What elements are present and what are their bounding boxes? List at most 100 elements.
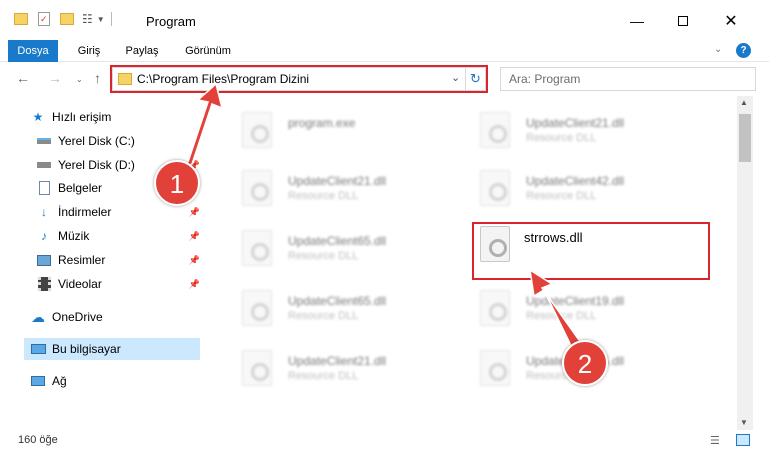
network-icon	[30, 373, 46, 389]
file-type: Resource DLL	[288, 310, 359, 322]
file-type: Resource DLL	[288, 250, 359, 262]
dll-icon	[242, 350, 272, 386]
title-bar: ✓ ☷ ▼ Program — ✕	[0, 0, 769, 40]
file-name: UpdateClient65.dll	[288, 234, 387, 248]
file-type: Resource DLL	[526, 310, 597, 322]
sidebar-item-label: Yerel Disk (D:)	[58, 158, 135, 172]
sidebar-item-local-disk-c[interactable]: Yerel Disk (C:)	[36, 130, 204, 152]
documents-icon	[36, 180, 52, 196]
file-item[interactable]: program.exe	[224, 102, 454, 152]
tab-file[interactable]: Dosya	[8, 40, 58, 62]
dll-icon	[242, 170, 272, 206]
dll-icon	[480, 170, 510, 206]
sidebar-item-this-pc[interactable]: Bu bilgisayar	[24, 338, 200, 360]
download-icon: ↓	[41, 205, 47, 219]
drive-icon	[36, 157, 52, 173]
step-badge-1: 1	[154, 160, 200, 206]
properties-icon[interactable]: ✓	[38, 12, 50, 26]
sidebar-item-label: Ağ	[52, 374, 67, 388]
pin-icon[interactable]: 📌	[189, 279, 200, 290]
pin-icon[interactable]: 📌	[189, 207, 200, 218]
star-icon: ★	[32, 110, 44, 124]
sidebar-item-quick-access[interactable]: ★ Hızlı erişim	[30, 106, 198, 128]
search-placeholder: Ara: Program	[509, 72, 581, 86]
close-button[interactable]: ✕	[708, 6, 754, 36]
pictures-icon	[36, 252, 52, 268]
details-view-icon[interactable]: ☰	[710, 434, 720, 447]
dll-icon	[242, 290, 272, 326]
sidebar-item-label: Resimler	[58, 253, 106, 267]
address-highlight-box	[110, 65, 488, 93]
scroll-up-icon[interactable]: ▲	[740, 98, 748, 107]
file-item[interactable]: UpdateClient19.dll Resource DLL	[462, 280, 692, 330]
recent-dropdown-icon[interactable]: ⌄	[76, 75, 83, 84]
video-icon	[36, 276, 52, 292]
maximize-button[interactable]	[660, 6, 706, 36]
music-icon: ♪	[41, 229, 47, 243]
file-name: UpdateClient21.dll	[288, 354, 387, 368]
scrollbar-thumb[interactable]	[739, 114, 751, 162]
file-type: Resource DLL	[288, 370, 359, 382]
file-name: UpdateClient21.dll	[288, 174, 387, 188]
tab-view[interactable]: Görünüm	[176, 40, 240, 62]
computer-icon	[30, 341, 46, 357]
file-type: Resource DLL	[526, 190, 597, 202]
ribbon: Dosya Giriş Paylaş Görünüm ⌄ ?	[0, 40, 769, 62]
view-icon[interactable]: ☷	[82, 12, 93, 26]
file-name: UpdateClient21.dll	[526, 116, 625, 130]
sidebar-item-label: Hızlı erişim	[52, 110, 112, 124]
sidebar-item-label: Müzik	[58, 229, 90, 243]
dropdown-icon[interactable]: ▼	[97, 15, 105, 24]
sidebar-item-music[interactable]: ♪ Müzik 📌	[36, 225, 204, 247]
dll-icon	[480, 112, 510, 148]
folder-icon[interactable]	[14, 13, 28, 25]
file-item[interactable]: UpdateClient21.dll Resource DLL	[224, 160, 454, 210]
file-type: Resource DLL	[526, 132, 597, 144]
sidebar-item-label: Bu bilgisayar	[52, 342, 121, 356]
expand-ribbon-icon[interactable]: ⌄	[714, 44, 722, 55]
dll-icon	[242, 230, 272, 266]
file-name: program.exe	[288, 116, 356, 130]
back-icon[interactable]: ←	[16, 70, 30, 86]
minimize-button[interactable]: —	[614, 6, 660, 36]
window-title: Program	[146, 14, 196, 29]
file-name: UpdateClient42.dll	[526, 174, 625, 188]
file-type: Resource DLL	[288, 190, 359, 202]
sidebar-item-label: Videolar	[58, 277, 102, 291]
drive-icon	[36, 133, 52, 149]
cloud-icon: ☁	[31, 308, 45, 325]
sidebar-item-label: OneDrive	[52, 310, 103, 324]
file-item[interactable]: UpdateClient65.dll Resource DLL	[224, 220, 454, 270]
sidebar-item-videos[interactable]: Videolar 📌	[36, 273, 204, 295]
forward-icon[interactable]: →	[48, 70, 62, 86]
status-bar: 160 öğe ☰	[0, 430, 769, 468]
separator-icon	[110, 12, 112, 26]
sidebar-item-label: Yerel Disk (C:)	[58, 134, 135, 148]
help-icon[interactable]: ?	[736, 43, 751, 58]
item-count: 160 öğe	[18, 434, 58, 446]
scroll-down-icon[interactable]: ▼	[740, 418, 748, 427]
file-item[interactable]: UpdateClient65.dll Resource DLL	[224, 280, 454, 330]
pin-icon[interactable]: 📌	[189, 231, 200, 242]
tab-home[interactable]: Giriş	[68, 40, 110, 62]
sidebar-item-network[interactable]: Ağ	[30, 370, 198, 392]
sidebar-item-label: İndirmeler	[58, 205, 112, 219]
up-icon[interactable]: ↑	[94, 70, 101, 86]
file-item[interactable]: UpdateClient21.dll Resource DLL	[462, 102, 692, 152]
file-item[interactable]: UpdateClient42.dll Resource DLL	[462, 160, 692, 210]
dll-icon	[480, 290, 510, 326]
file-item[interactable]: UpdateClient21.dll Resource DLL	[224, 340, 454, 390]
exe-icon	[242, 112, 272, 148]
dll-icon	[480, 350, 510, 386]
search-input[interactable]: Ara: Program	[500, 67, 756, 91]
step-badge-2: 2	[562, 340, 608, 386]
sidebar-item-pictures[interactable]: Resimler 📌	[36, 249, 204, 271]
new-folder-icon[interactable]	[60, 13, 74, 25]
large-icons-view-icon[interactable]	[736, 434, 750, 446]
pin-icon[interactable]: 📌	[189, 255, 200, 266]
sidebar-item-label: Belgeler	[58, 181, 103, 195]
quick-access-toolbar: ✓ ☷ ▼	[14, 12, 112, 26]
sidebar-item-onedrive[interactable]: ☁ OneDrive	[30, 306, 198, 328]
file-name: UpdateClient65.dll	[288, 294, 387, 308]
tab-share[interactable]: Paylaş	[120, 40, 164, 62]
